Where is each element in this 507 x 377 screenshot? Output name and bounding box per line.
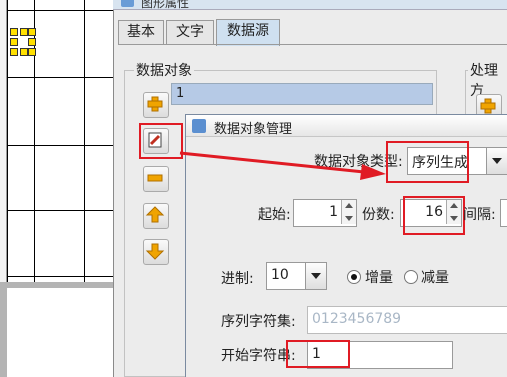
annotation-arrow [179, 151, 386, 180]
